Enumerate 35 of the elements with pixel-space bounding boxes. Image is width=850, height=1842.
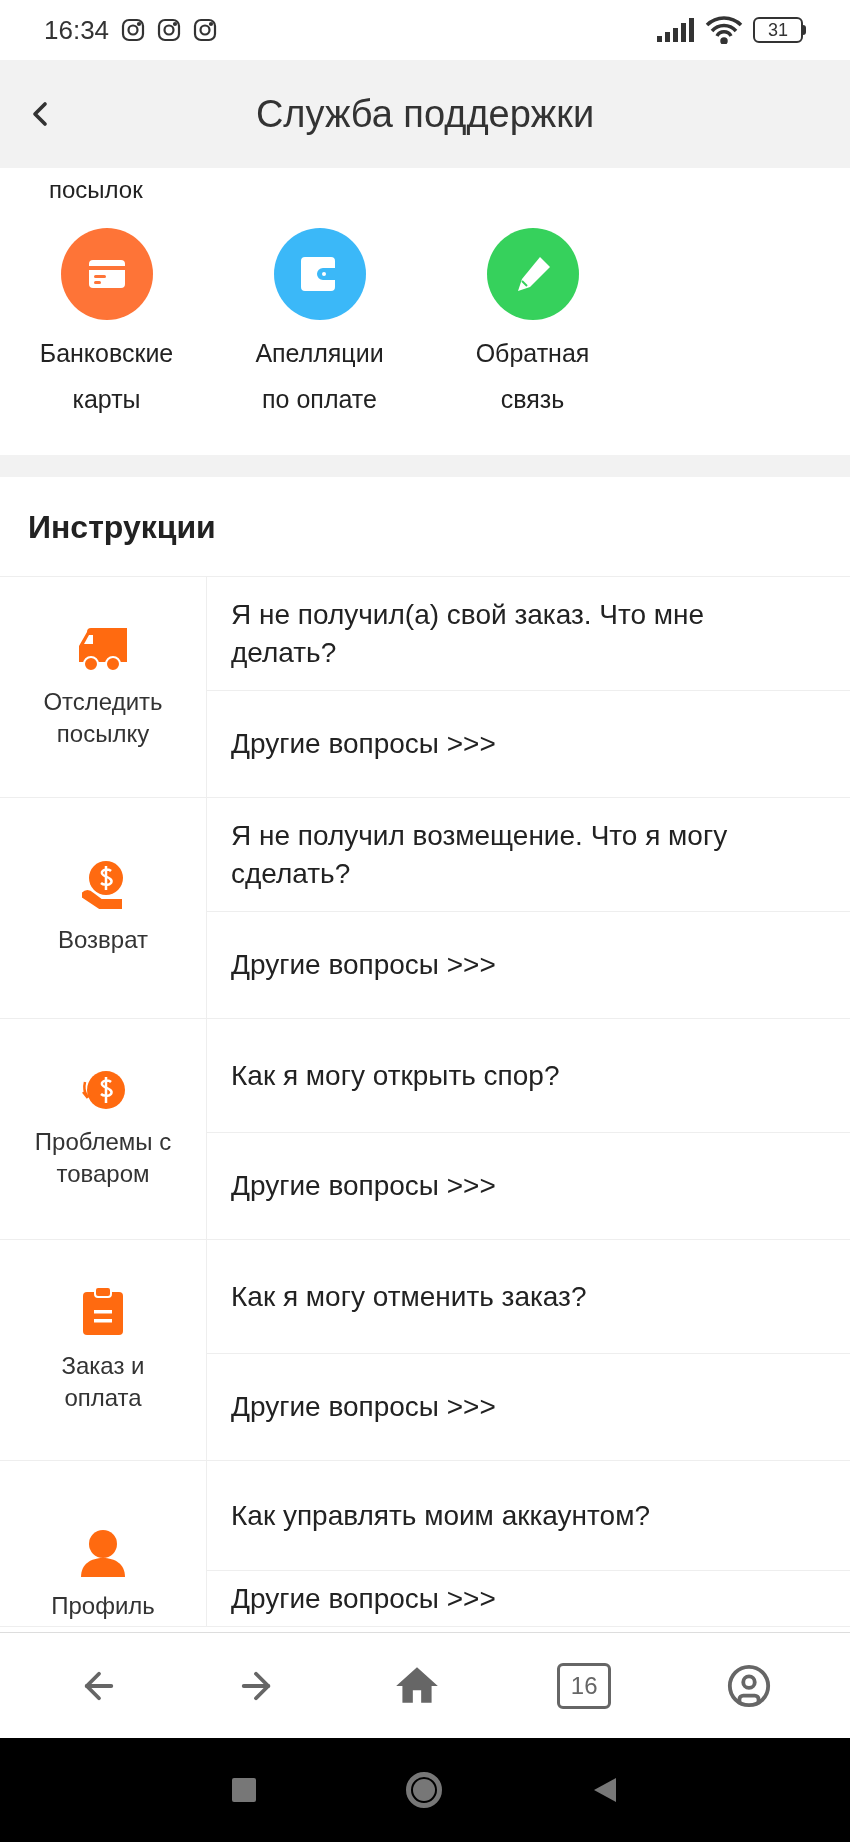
shortcut-label: посылок — [48, 175, 144, 205]
more-questions-link[interactable]: Другие вопросы >>> — [207, 1354, 850, 1460]
category-tile[interactable]: Возврат — [0, 798, 207, 1018]
more-questions-link[interactable]: Другие вопросы >>> — [207, 1133, 850, 1239]
category-tile[interactable]: Отследить посылку — [0, 577, 207, 797]
back-triangle-button[interactable] — [592, 1776, 618, 1804]
more-questions-link[interactable]: Другие вопросы >>> — [207, 912, 850, 1018]
question-link[interactable]: Как управлять моим аккаунтом? — [207, 1461, 850, 1571]
more-questions-link[interactable]: Другие вопросы >>> — [207, 1571, 850, 1626]
question-link[interactable]: Как я могу отменить заказ? — [207, 1240, 850, 1354]
home-circle-button[interactable] — [406, 1772, 442, 1808]
signal-icon — [657, 18, 695, 42]
category-tile[interactable]: Заказ и оплата — [0, 1240, 207, 1460]
more-questions-link[interactable]: Другие вопросы >>> — [207, 691, 850, 797]
clock: 16:34 — [44, 13, 110, 47]
category-tile[interactable]: Профиль — [0, 1461, 207, 1626]
page-title: Служба поддержки — [255, 91, 595, 137]
shortcut-button[interactable]: Апелляции по оплате — [213, 228, 426, 422]
shortcut-button[interactable]: Обратная связь — [426, 228, 639, 422]
category-tile[interactable]: Проблемы с товаром — [0, 1019, 207, 1239]
instagram-icon — [121, 18, 146, 42]
section-title: Инструкции — [28, 507, 216, 547]
question-link[interactable]: Я не получил(а) свой заказ. Что мне делать? — [207, 577, 850, 691]
profile-button[interactable] — [726, 1662, 773, 1709]
battery-indicator: 31 — [753, 17, 806, 43]
wifi-icon — [705, 16, 743, 44]
question-link[interactable]: Как я могу открыть спор? — [207, 1019, 850, 1133]
instagram-icon — [157, 18, 182, 42]
instagram-icon — [193, 18, 218, 42]
clipboard-icon — [82, 1286, 124, 1336]
tabs-button[interactable]: 16 — [557, 1662, 612, 1709]
coin-arrow-icon — [79, 1068, 127, 1112]
question-link[interactable]: Я не получил возмещение. Что я могу сделать? — [207, 798, 850, 912]
shortcut-button[interactable]: Банковские карты — [0, 228, 213, 422]
person-icon — [78, 1528, 128, 1578]
